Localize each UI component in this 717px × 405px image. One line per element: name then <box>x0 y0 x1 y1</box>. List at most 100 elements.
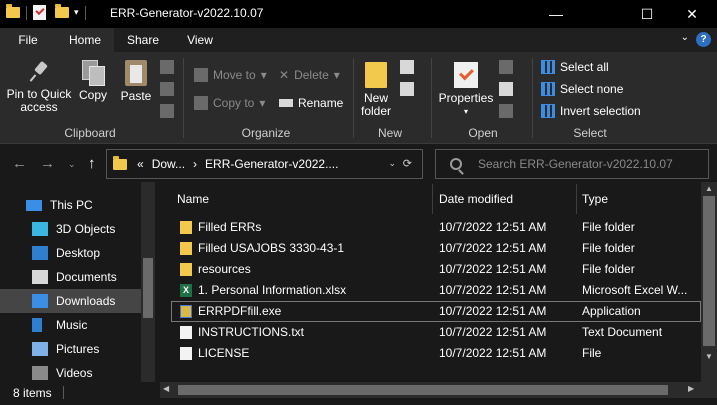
folder-icon <box>180 263 192 276</box>
vertical-scrollbar-thumb[interactable] <box>703 196 715 346</box>
scroll-up-icon[interactable]: ▲ <box>701 184 717 193</box>
column-divider[interactable] <box>432 184 433 214</box>
table-row[interactable]: Filled USAJOBS 3330-43-1 10/7/2022 12:51… <box>171 238 701 259</box>
forward-arrow-icon[interactable]: → <box>40 155 55 172</box>
sidebar-item-label: Desktop <box>56 246 101 260</box>
cube-icon <box>32 222 48 236</box>
copy-to-button[interactable]: Copy to ▾ <box>194 96 265 110</box>
column-header-name[interactable]: Name <box>177 182 209 216</box>
text-file-icon <box>180 326 192 339</box>
open-button[interactable] <box>499 60 513 74</box>
table-row-selected[interactable]: ERRPDFfill.exe 10/7/2022 12:51 AM Applic… <box>171 301 701 322</box>
sidebar-item-documents[interactable]: Documents <box>0 265 141 289</box>
properties-label: Properties <box>438 91 494 105</box>
new-item-button[interactable] <box>400 60 414 74</box>
table-row[interactable]: LICENSE 10/7/2022 12:51 AM File <box>171 343 701 364</box>
tab-home[interactable]: Home <box>56 28 114 52</box>
new-folder-icon[interactable] <box>55 4 69 18</box>
help-icon[interactable]: ? <box>696 32 711 47</box>
recent-locations-icon[interactable]: ⌄ <box>68 159 76 170</box>
easy-access-button[interactable] <box>400 82 414 96</box>
sidebar-item-music[interactable]: Music <box>0 313 141 337</box>
rename-icon <box>279 99 293 107</box>
close-button[interactable]: ✕ <box>669 0 715 28</box>
file-date: 10/7/2022 12:51 AM <box>439 304 547 318</box>
customize-toolbar-icon[interactable]: ▾ <box>74 7 79 18</box>
cut-icon <box>160 60 174 74</box>
select-none-label: Select none <box>560 82 624 96</box>
sidebar-item-label: Pictures <box>56 342 100 356</box>
copy-button[interactable]: Copy <box>76 60 110 102</box>
column-header-date[interactable]: Date modified <box>439 182 513 216</box>
chevron-down-icon[interactable]: ⌄ <box>388 158 396 169</box>
folder-icon <box>180 242 192 255</box>
table-row[interactable]: resources 10/7/2022 12:51 AM File folder <box>171 259 701 280</box>
properties-button[interactable]: Properties ▾ <box>436 62 496 118</box>
sidebar-item-label: This PC <box>50 198 93 212</box>
paste-icon <box>125 60 147 86</box>
rename-label: Rename <box>298 96 344 110</box>
chevron-down-icon[interactable]: ⌄ <box>681 32 689 43</box>
file-name: ERRPDFfill.exe <box>198 304 282 318</box>
exe-icon <box>180 305 192 318</box>
paste-shortcut-button[interactable] <box>160 104 174 118</box>
scroll-down-icon[interactable]: ▼ <box>701 352 717 361</box>
table-row[interactable]: INSTRUCTIONS.txt 10/7/2022 12:51 AM Text… <box>171 322 701 343</box>
search-input[interactable]: Search ERR-Generator-v2022.10.07 <box>435 149 709 179</box>
table-row[interactable]: Filled ERRs 10/7/2022 12:51 AM File fold… <box>171 217 701 238</box>
tab-view[interactable]: View <box>175 28 225 52</box>
nav-scrollbar-thumb[interactable] <box>143 258 153 318</box>
delete-button[interactable]: ✕ Delete ▾ <box>279 68 340 82</box>
edit-button[interactable] <box>499 82 513 96</box>
organize-group-label: Organize <box>241 126 291 140</box>
new-folder-button[interactable]: New folder <box>357 62 395 118</box>
paste-button[interactable]: Paste <box>118 60 154 103</box>
cut-button[interactable] <box>160 60 174 74</box>
breadcrumb-item-current[interactable]: ERR-Generator-v2022.... <box>205 157 338 171</box>
rename-button[interactable]: Rename <box>279 96 343 110</box>
sidebar-item-pictures[interactable]: Pictures <box>0 337 141 361</box>
select-all-button[interactable]: Select all <box>541 60 609 74</box>
sidebar-item-downloads[interactable]: Downloads <box>0 289 141 313</box>
sidebar-item-desktop[interactable]: Desktop <box>0 241 141 265</box>
maximize-button[interactable]: ☐ <box>624 0 670 28</box>
scroll-right-icon[interactable]: ▶ <box>688 384 694 393</box>
up-arrow-icon[interactable]: ↑ <box>88 155 96 172</box>
column-header-type[interactable]: Type <box>582 182 608 216</box>
tab-share[interactable]: Share <box>118 28 168 52</box>
file-type: File <box>582 346 602 360</box>
ribbon-tabs: File Home Share View ⌄ ? <box>0 28 717 52</box>
file-icon <box>180 347 192 360</box>
copy-to-label: Copy to <box>213 96 255 110</box>
sidebar-item-this-pc[interactable]: This PC <box>0 193 141 217</box>
copy-path-button[interactable] <box>160 82 174 96</box>
table-row[interactable]: X 1. Personal Information.xlsx 10/7/2022… <box>171 280 701 301</box>
scroll-left-icon[interactable]: ◀ <box>163 384 169 393</box>
breadcrumb-overflow[interactable]: « <box>137 157 144 171</box>
refresh-icon[interactable]: ⟳ <box>403 157 412 170</box>
quick-access-toolbar: ▾ <box>6 4 89 20</box>
history-button[interactable] <box>499 104 513 118</box>
tab-file[interactable]: File <box>0 28 56 52</box>
breadcrumb-item-downloads[interactable]: Dow... <box>152 157 185 171</box>
new-group-label: New <box>377 126 402 140</box>
computer-icon <box>26 199 42 211</box>
minimize-button[interactable]: — <box>533 0 579 28</box>
move-to-button[interactable]: Move to ▾ <box>194 68 267 82</box>
sidebar-item-3d-objects[interactable]: 3D Objects <box>0 217 141 241</box>
file-name: 1. Personal Information.xlsx <box>198 283 347 297</box>
back-arrow-icon[interactable]: ← <box>12 155 27 172</box>
column-divider[interactable] <box>576 184 577 214</box>
invert-selection-icon <box>541 104 555 118</box>
folder-icon <box>6 4 20 18</box>
file-name: resources <box>198 262 251 276</box>
sidebar-item-label: Documents <box>56 270 117 284</box>
pin-to-quick-access-button[interactable]: Pin to Quick access <box>5 62 73 114</box>
horizontal-scrollbar-thumb[interactable] <box>178 385 668 395</box>
select-none-button[interactable]: Select none <box>541 82 623 96</box>
item-count: 8 items <box>13 386 52 400</box>
invert-selection-button[interactable]: Invert selection <box>541 104 641 118</box>
address-bar[interactable]: « Dow... › ERR-Generator-v2022.... ⌄ ⟳ <box>106 149 423 179</box>
picture-icon <box>32 342 48 356</box>
properties-icon[interactable] <box>33 5 46 20</box>
